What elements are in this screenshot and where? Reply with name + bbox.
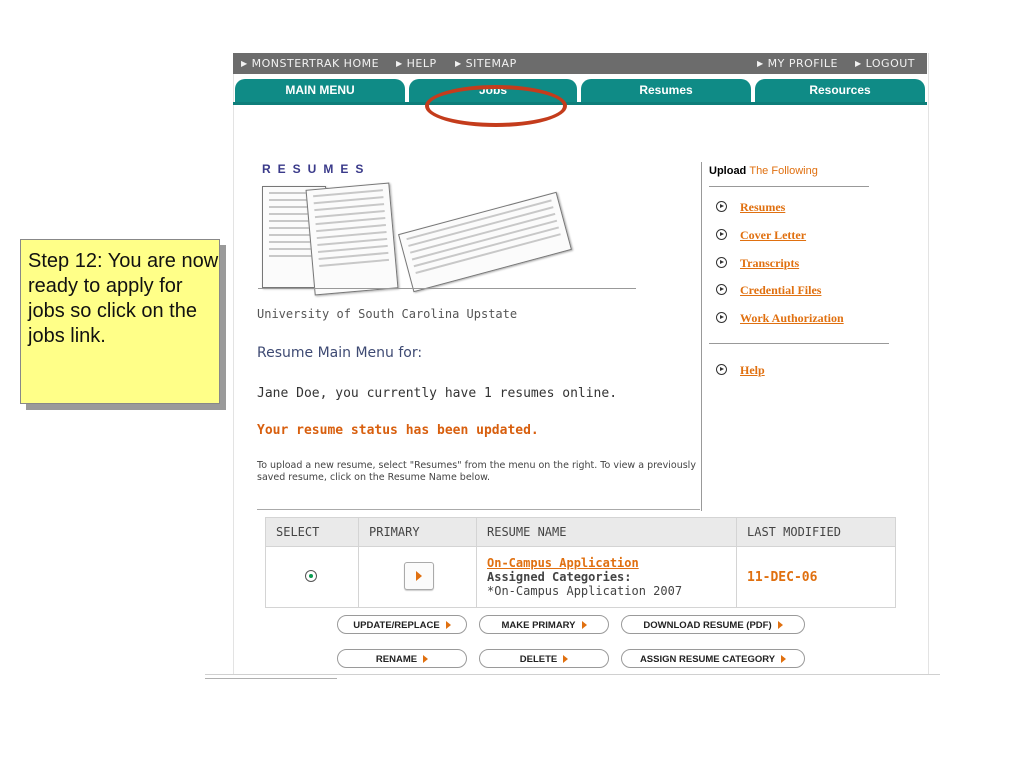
nav-help-label: HELP — [406, 57, 437, 70]
divider — [709, 343, 889, 344]
upload-link-label: Resumes — [740, 200, 786, 214]
circle-arrow-icon — [716, 229, 727, 240]
delete-label: DELETE — [519, 654, 558, 665]
circle-arrow-icon — [716, 364, 727, 375]
divider — [257, 509, 700, 510]
nav-monstertrak-home[interactable]: ▶ MONSTERTRAK HOME — [241, 53, 379, 75]
col-resume-name: RESUME NAME — [476, 517, 737, 547]
table-row: On-Campus Application Assigned Categorie… — [265, 546, 896, 608]
doc-illustration-2 — [305, 182, 399, 296]
divider — [205, 678, 337, 679]
resume-name-link[interactable]: On-Campus Application — [487, 556, 736, 570]
nav-profile-label: MY PROFILE — [767, 57, 838, 70]
assign-category-button[interactable]: ASSIGN RESUME CATEGORY — [621, 649, 805, 668]
nav-sitemap[interactable]: ▶ SITEMAP — [455, 53, 517, 75]
circle-arrow-icon — [716, 312, 727, 323]
delete-button[interactable]: DELETE — [479, 649, 609, 668]
status-message: Your resume status has been updated. — [257, 423, 539, 438]
upload-link-label: Work Authorization — [740, 311, 844, 325]
make-primary-label: MAKE PRIMARY — [501, 620, 576, 631]
divider — [709, 186, 869, 187]
divider — [205, 674, 940, 675]
instructions-text: To upload a new resume, select "Resumes"… — [257, 460, 696, 483]
assigned-categories-label: Assigned Categories: — [487, 570, 632, 584]
table-header-row: SELECT PRIMARY RESUME NAME LAST MODIFIED — [265, 517, 896, 547]
resume-name-cell: On-Campus Application Assigned Categorie… — [476, 546, 737, 608]
arrow-right-icon — [445, 621, 451, 630]
nav-my-profile[interactable]: ▶ MY PROFILE — [757, 53, 838, 75]
upload-heading-rest: The Following — [749, 165, 818, 177]
arrow-right-icon — [781, 655, 787, 664]
arrow-right-icon: ▶ — [396, 59, 403, 68]
make-primary-button[interactable]: MAKE PRIMARY — [479, 615, 609, 634]
step-callout: Step 12: You are now ready to apply for … — [20, 239, 220, 404]
rename-button[interactable]: RENAME — [337, 649, 467, 668]
arrow-right-icon: ▶ — [455, 59, 462, 68]
assigned-category: *On-Campus Application 2007 — [487, 584, 683, 598]
resume-table: SELECT PRIMARY RESUME NAME LAST MODIFIED… — [265, 517, 896, 608]
col-primary: PRIMARY — [358, 517, 477, 547]
nav-home-label: MONSTERTRAK HOME — [251, 57, 380, 70]
primary-play-button[interactable] — [404, 561, 434, 590]
upload-link-cover-letter[interactable]: Cover Letter — [716, 228, 806, 243]
arrow-right-icon: ▶ — [757, 59, 764, 68]
tab-main-menu[interactable]: MAIN MENU — [235, 79, 405, 102]
nav-logout[interactable]: ▶ LOGOUT — [855, 53, 915, 75]
arrow-right-icon: ▶ — [241, 59, 248, 68]
help-link-label: Help — [740, 363, 765, 377]
upload-link-transcripts[interactable]: Transcripts — [716, 256, 799, 271]
resumes-logo-title: RESUMES — [262, 162, 371, 176]
resume-main-menu-heading: Resume Main Menu for: — [257, 345, 423, 361]
nav-logout-label: LOGOUT — [865, 57, 916, 70]
download-resume-label: DOWNLOAD RESUME (PDF) — [643, 620, 772, 631]
tab-resumes[interactable]: Resumes — [581, 79, 751, 102]
primary-cell — [358, 546, 477, 608]
arrow-right-icon — [423, 655, 429, 664]
arrow-right-icon — [563, 655, 569, 664]
upload-link-label: Credential Files — [740, 283, 822, 297]
upload-link-label: Cover Letter — [740, 228, 807, 242]
last-modified-value: 11-DEC-06 — [747, 569, 818, 585]
update-replace-label: UPDATE/REPLACE — [353, 620, 440, 631]
update-replace-button[interactable]: UPDATE/REPLACE — [337, 615, 467, 634]
rename-label: RENAME — [375, 654, 418, 665]
top-nav-bar: ▶ MONSTERTRAK HOME ▶ HELP ▶ SITEMAP ▶ MY PRO… — [233, 53, 927, 74]
last-modified-cell: 11-DEC-06 — [736, 546, 896, 608]
nav-sitemap-label: SITEMAP — [465, 57, 517, 70]
jobs-highlight-oval — [425, 85, 567, 127]
main-tabs: MAIN MENU Jobs Resumes Resources — [233, 76, 927, 105]
arrow-right-icon — [777, 621, 783, 630]
upload-heading: Upload The Following — [709, 165, 818, 177]
tab-resources[interactable]: Resources — [755, 79, 925, 102]
select-radio[interactable] — [305, 569, 317, 582]
select-cell — [265, 546, 359, 608]
help-link[interactable]: Help — [716, 363, 765, 378]
upload-heading-bold: Upload — [709, 165, 747, 177]
user-resume-count: Jane Doe, you currently have 1 resumes o… — [257, 386, 618, 401]
upload-link-work-authorization[interactable]: Work Authorization — [716, 311, 844, 326]
download-resume-button[interactable]: DOWNLOAD RESUME (PDF) — [621, 615, 805, 634]
col-select: SELECT — [265, 517, 359, 547]
nav-help[interactable]: ▶ HELP — [396, 53, 437, 75]
circle-arrow-icon — [716, 201, 727, 212]
assign-category-label: ASSIGN RESUME CATEGORY — [639, 654, 776, 665]
vertical-divider — [701, 162, 702, 511]
col-last-modified: LAST MODIFIED — [736, 517, 896, 547]
circle-arrow-icon — [716, 284, 727, 295]
divider — [258, 288, 636, 289]
arrow-right-icon: ▶ — [855, 59, 862, 68]
upload-link-credential-files[interactable]: Credential Files — [716, 283, 821, 298]
arrow-right-icon — [581, 621, 587, 630]
upload-link-resumes[interactable]: Resumes — [716, 200, 785, 215]
circle-arrow-icon — [716, 257, 727, 268]
university-name: University of South Carolina Upstate — [257, 307, 518, 321]
upload-link-label: Transcripts — [740, 256, 800, 270]
